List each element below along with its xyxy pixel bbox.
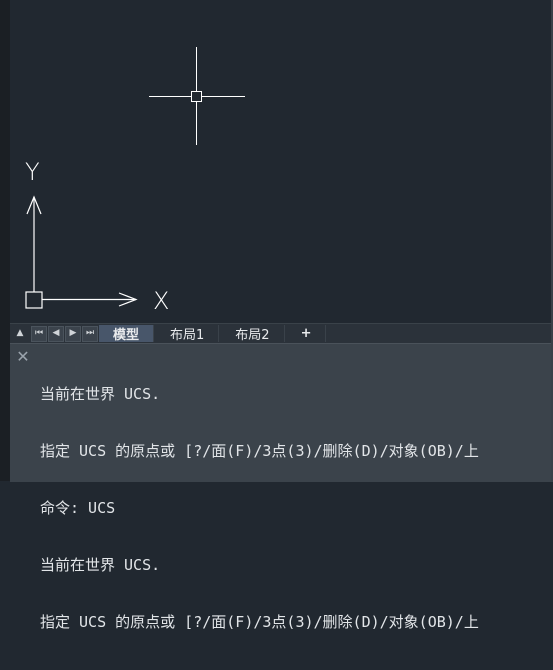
tab-prev-icon[interactable]: ◀ <box>48 325 64 342</box>
command-line: 当前在世界 UCS. <box>40 556 161 574</box>
command-line: 指定 UCS 的原点或 [?/面(F)/3点(3)/删除(D)/对象(OB)/上 <box>40 442 479 460</box>
left-edge-strip <box>0 0 10 481</box>
ucs-icon <box>25 195 138 309</box>
tab-next-icon[interactable]: ▶ <box>65 325 81 342</box>
tab-scroll-up-icon[interactable]: ▲ <box>10 326 30 342</box>
tab-layout2[interactable]: 布局2 <box>221 325 285 343</box>
crosshair-cursor <box>149 47 245 145</box>
tab-model[interactable]: 模型 <box>99 325 155 343</box>
add-layout-button[interactable]: + <box>287 325 327 342</box>
x-axis-label: X <box>153 287 169 315</box>
canvas-overlay: Y X <box>25 47 245 315</box>
command-history-panel[interactable]: ✕ 当前在世界 UCS. 指定 UCS 的原点或 [?/面(F)/3点(3)/删… <box>10 343 553 631</box>
command-history: 当前在世界 UCS. 指定 UCS 的原点或 [?/面(F)/3点(3)/删除(… <box>40 347 479 670</box>
command-line: 当前在世界 UCS. <box>40 385 161 403</box>
drawing-canvas[interactable]: Y X <box>10 0 553 323</box>
command-line: 指定 UCS 的原点或 [?/面(F)/3点(3)/删除(D)/对象(OB)/上 <box>40 613 479 631</box>
command-line: 命令: UCS <box>40 499 116 517</box>
close-icon[interactable]: ✕ <box>16 349 30 365</box>
layout-tab-bar: ▲ ⏮ ◀ ▶ ⏭ 模型 布局1 布局2 + <box>10 323 553 343</box>
tab-first-icon[interactable]: ⏮ <box>31 325 47 342</box>
y-axis-label: Y <box>25 158 40 186</box>
tab-layout1[interactable]: 布局1 <box>156 325 220 343</box>
pickbox-icon <box>191 91 202 102</box>
tab-last-icon[interactable]: ⏭ <box>82 325 98 342</box>
